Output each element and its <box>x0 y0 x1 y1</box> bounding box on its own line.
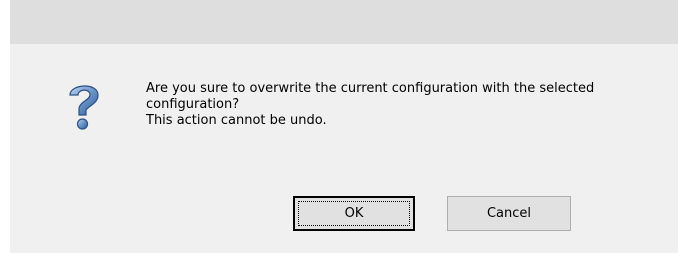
dialog-titlebar[interactable] <box>10 0 678 44</box>
question-icon <box>64 80 104 132</box>
dialog-message: Are you sure to overwrite the current co… <box>146 81 676 129</box>
ok-button[interactable]: OK <box>293 196 415 231</box>
ok-button-label: OK <box>344 206 364 221</box>
confirm-dialog: Are you sure to overwrite the current co… <box>0 0 678 253</box>
window-edge <box>0 0 10 253</box>
message-line: configuration? <box>146 97 240 112</box>
message-line: This action cannot be undo. <box>146 113 327 128</box>
cancel-button[interactable]: Cancel <box>447 196 571 231</box>
message-line: Are you sure to overwrite the current co… <box>146 81 595 96</box>
dialog-body: Are you sure to overwrite the current co… <box>10 44 678 253</box>
cancel-button-label: Cancel <box>486 206 532 221</box>
